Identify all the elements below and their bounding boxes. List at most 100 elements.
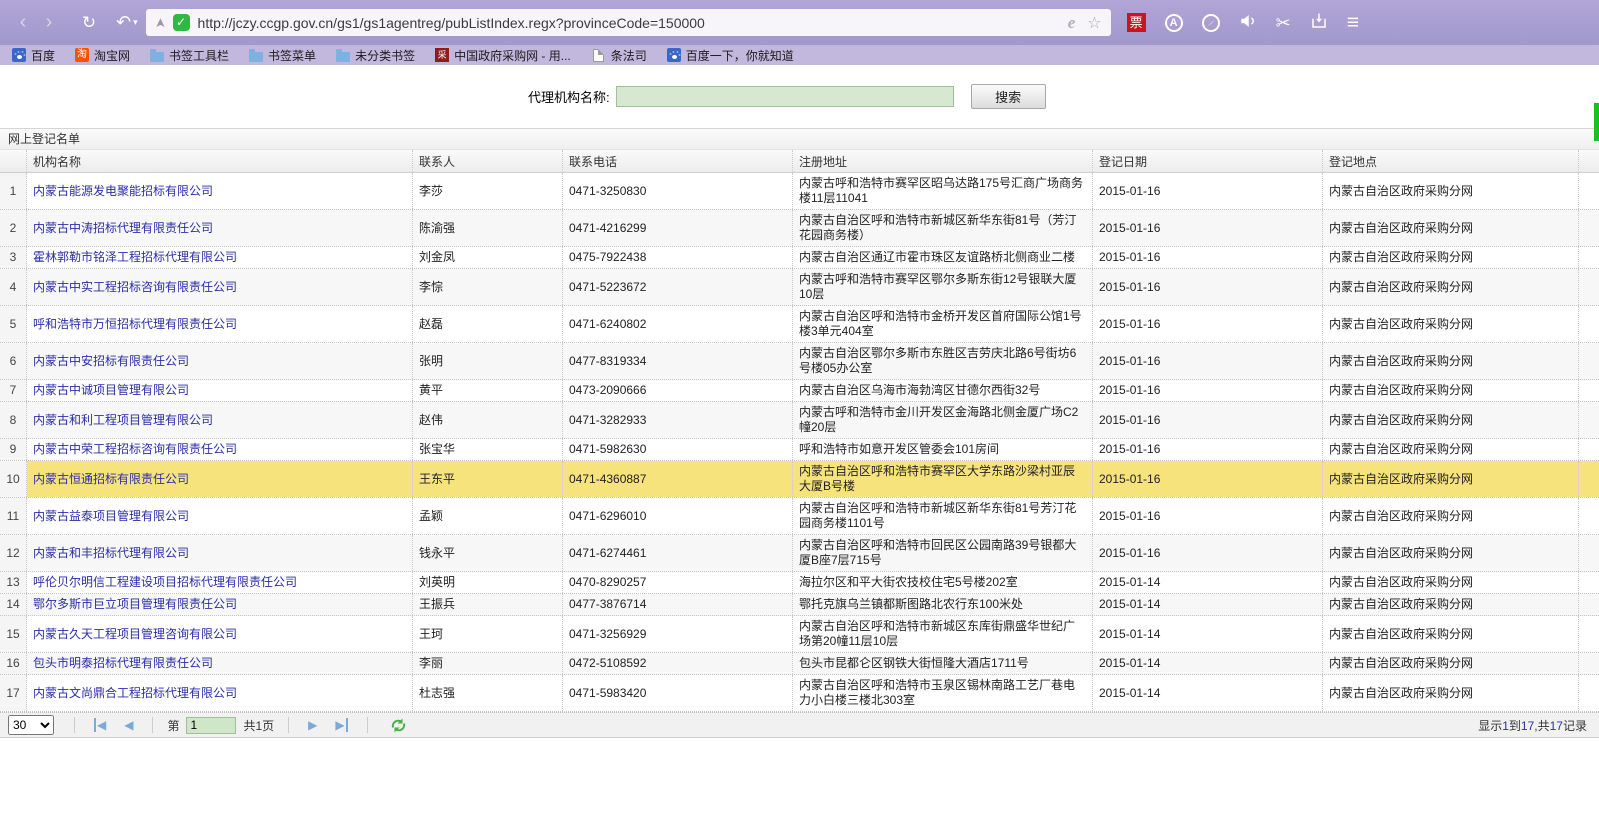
org-name-link[interactable]: 内蒙古中安招标有限责任公司 [27, 343, 413, 379]
org-name-link[interactable]: 内蒙古中涛招标代理有限责任公司 [27, 210, 413, 246]
row-filler [1579, 461, 1599, 497]
bookmark-star-icon[interactable]: ☆ [1087, 13, 1101, 33]
location-cell: 内蒙古自治区政府采购分网 [1323, 439, 1579, 460]
summary-text: 显示 [1478, 719, 1502, 733]
bookmark-item[interactable]: 未分类书签 [336, 47, 415, 64]
table-row[interactable]: 11内蒙古益泰项目管理有限公司孟颖0471-6296010内蒙古自治区呼和浩特市… [0, 498, 1599, 535]
download-icon[interactable] [1310, 12, 1328, 34]
menu-button[interactable]: ≡ [1347, 11, 1359, 35]
location-cell: 内蒙古自治区政府采购分网 [1323, 343, 1579, 379]
ie-compat-icon[interactable]: e [1068, 13, 1076, 33]
bookmark-label: 未分类书签 [355, 47, 415, 64]
prev-page-button[interactable]: ◀ [115, 718, 142, 732]
org-name-link[interactable]: 内蒙古中荣工程招标咨询有限责任公司 [27, 439, 413, 460]
table-row[interactable]: 16包头市明泰招标代理有限责任公司李丽0472-5108592包头市昆都仑区钢铁… [0, 653, 1599, 675]
address-cell: 内蒙古自治区呼和浩特市赛罕区大学东路沙梁村亚辰大厦B号楼 [793, 461, 1093, 497]
phone-cell: 0473-2090666 [563, 380, 793, 401]
address-cell: 内蒙古自治区呼和浩特市回民区公园南路39号银都大厦B座7层715号 [793, 535, 1093, 571]
org-name-link[interactable]: 呼和浩特市万恒招标代理有限责任公司 [27, 306, 413, 342]
agency-name-input[interactable] [616, 86, 954, 107]
header-filler [1579, 150, 1599, 172]
site-rocket-icon: ➤ [152, 17, 168, 28]
table-row[interactable]: 17内蒙古文尚鼎合工程招标代理有限公司杜志强0471-5983420内蒙古自治区… [0, 675, 1599, 712]
security-shield-icon[interactable]: ✓ [173, 14, 190, 31]
table-row[interactable]: 6内蒙古中安招标有限责任公司张明0477-8319334内蒙古自治区鄂尔多斯市东… [0, 343, 1599, 380]
header-phone: 联系电话 [563, 150, 793, 172]
bookmark-item[interactable]: 书签菜单 [249, 47, 316, 64]
bookmark-item[interactable]: 百度一下，你就知道 [667, 47, 794, 64]
org-name-link[interactable]: 内蒙古久天工程项目管理咨询有限公司 [27, 616, 413, 652]
back-button[interactable]: ‹ [10, 11, 36, 34]
row-number: 16 [0, 653, 27, 674]
address-cell: 内蒙古自治区呼和浩特市新城区新华东街81号芳汀花园商务楼1101号 [793, 498, 1093, 534]
table-row[interactable]: 15内蒙古久天工程项目管理咨询有限公司王珂0471-3256929内蒙古自治区呼… [0, 616, 1599, 653]
table-row[interactable]: 5呼和浩特市万恒招标代理有限责任公司赵磊0471-6240802内蒙古自治区呼和… [0, 306, 1599, 343]
url-bar[interactable]: ➤ ✓ http://jczy.ccgp.gov.cn/gs1/gs1agent… [146, 9, 1111, 36]
circle-a-icon[interactable]: A [1165, 14, 1183, 32]
phone-cell: 0471-6296010 [563, 498, 793, 534]
undo-button[interactable]: ↶ ▾ [116, 12, 138, 33]
row-filler [1579, 343, 1599, 379]
last-page-button[interactable]: ▶ [326, 718, 356, 732]
contact-cell: 孟颖 [413, 498, 563, 534]
bookmark-item[interactable]: 百度 [12, 47, 55, 64]
speaker-icon[interactable] [1239, 12, 1257, 34]
org-name-link[interactable]: 内蒙古能源发电聚能招标有限公司 [27, 173, 413, 209]
org-name-link[interactable]: 内蒙古和利工程项目管理有限公司 [27, 402, 413, 438]
bookmark-label: 百度一下，你就知道 [686, 47, 794, 64]
url-text[interactable]: http://jczy.ccgp.gov.cn/gs1/gs1agentreg/… [198, 15, 1068, 31]
page-number-input[interactable] [186, 717, 236, 734]
table-row[interactable]: 12内蒙古和丰招标代理有限公司钱永平0471-6274461内蒙古自治区呼和浩特… [0, 535, 1599, 572]
table-row[interactable]: 7内蒙古中诚项目管理有限公司黄平0473-2090666内蒙古自治区乌海市海勃湾… [0, 380, 1599, 402]
phone-cell: 0471-3282933 [563, 402, 793, 438]
table-row[interactable]: 2内蒙古中涛招标代理有限责任公司陈渝强0471-4216299内蒙古自治区呼和浩… [0, 210, 1599, 247]
ticket-extension-icon[interactable]: 票 [1127, 13, 1146, 32]
row-number: 8 [0, 402, 27, 438]
row-number: 5 [0, 306, 27, 342]
date-cell: 2015-01-16 [1093, 439, 1323, 460]
bookmark-item[interactable]: 书签工具栏 [150, 47, 229, 64]
org-name-link[interactable]: 内蒙古中实工程招标咨询有限责任公司 [27, 269, 413, 305]
search-button[interactable]: 搜索 [971, 84, 1046, 109]
table-row[interactable]: 9内蒙古中荣工程招标咨询有限责任公司张宝华0471-5982630呼和浩特市如意… [0, 439, 1599, 461]
location-cell: 内蒙古自治区政府采购分网 [1323, 402, 1579, 438]
date-cell: 2015-01-14 [1093, 616, 1323, 652]
date-cell: 2015-01-16 [1093, 247, 1323, 268]
refresh-list-icon[interactable] [390, 718, 407, 733]
org-name-link[interactable]: 内蒙古和丰招标代理有限公司 [27, 535, 413, 571]
table-row[interactable]: 14鄂尔多斯市巨立项目管理有限责任公司王振兵0477-3876714鄂托克旗乌兰… [0, 594, 1599, 616]
compass-icon[interactable] [1202, 14, 1220, 32]
row-filler [1579, 498, 1599, 534]
table-row[interactable]: 3霍林郭勒市铭泽工程招标代理有限公司刘金凤0475-7922438内蒙古自治区通… [0, 247, 1599, 269]
table-row[interactable]: 10内蒙古恒通招标有限责任公司王东平0471-4360887内蒙古自治区呼和浩特… [0, 461, 1599, 498]
org-name-link[interactable]: 内蒙古益泰项目管理有限公司 [27, 498, 413, 534]
table-row[interactable]: 4内蒙古中实工程招标咨询有限责任公司李悰0471-5223672内蒙古呼和浩特市… [0, 269, 1599, 306]
phone-cell: 0471-6274461 [563, 535, 793, 571]
summary-total: 17 [1550, 719, 1563, 733]
org-name-link[interactable]: 内蒙古恒通招标有限责任公司 [27, 461, 413, 497]
table-row[interactable]: 1内蒙古能源发电聚能招标有限公司李莎0471-3250830内蒙古呼和浩特市赛罕… [0, 173, 1599, 210]
scissors-icon[interactable]: ✂ [1276, 14, 1291, 32]
org-name-link[interactable]: 内蒙古中诚项目管理有限公司 [27, 380, 413, 401]
table-row[interactable]: 13呼伦贝尔明信工程建设项目招标代理有限责任公司刘英明0470-8290257海… [0, 572, 1599, 594]
bookmark-item[interactable]: 采中国政府采购网 - 用... [435, 47, 571, 64]
contact-cell: 王振兵 [413, 594, 563, 615]
org-name-link[interactable]: 鄂尔多斯市巨立项目管理有限责任公司 [27, 594, 413, 615]
row-number: 6 [0, 343, 27, 379]
next-page-button[interactable]: ▶ [299, 718, 326, 732]
bookmark-item[interactable]: 条法司 [591, 47, 647, 64]
page-size-select[interactable]: 30 [8, 715, 54, 735]
location-cell: 内蒙古自治区政府采购分网 [1323, 306, 1579, 342]
refresh-button[interactable]: ↻ [76, 13, 102, 33]
first-page-button[interactable]: ◀ [85, 718, 115, 732]
org-name-link[interactable]: 霍林郭勒市铭泽工程招标代理有限公司 [27, 247, 413, 268]
forward-button[interactable]: › [36, 11, 62, 34]
bookmark-item[interactable]: 淘淘宝网 [75, 47, 130, 64]
row-filler [1579, 173, 1599, 209]
table-row[interactable]: 8内蒙古和利工程项目管理有限公司赵伟0471-3282933内蒙古呼和浩特市金川… [0, 402, 1599, 439]
scrollbar-thumb[interactable] [1594, 103, 1599, 141]
org-name-link[interactable]: 呼伦贝尔明信工程建设项目招标代理有限责任公司 [27, 572, 413, 593]
contact-cell: 赵磊 [413, 306, 563, 342]
org-name-link[interactable]: 包头市明泰招标代理有限责任公司 [27, 653, 413, 674]
org-name-link[interactable]: 内蒙古文尚鼎合工程招标代理有限公司 [27, 675, 413, 711]
